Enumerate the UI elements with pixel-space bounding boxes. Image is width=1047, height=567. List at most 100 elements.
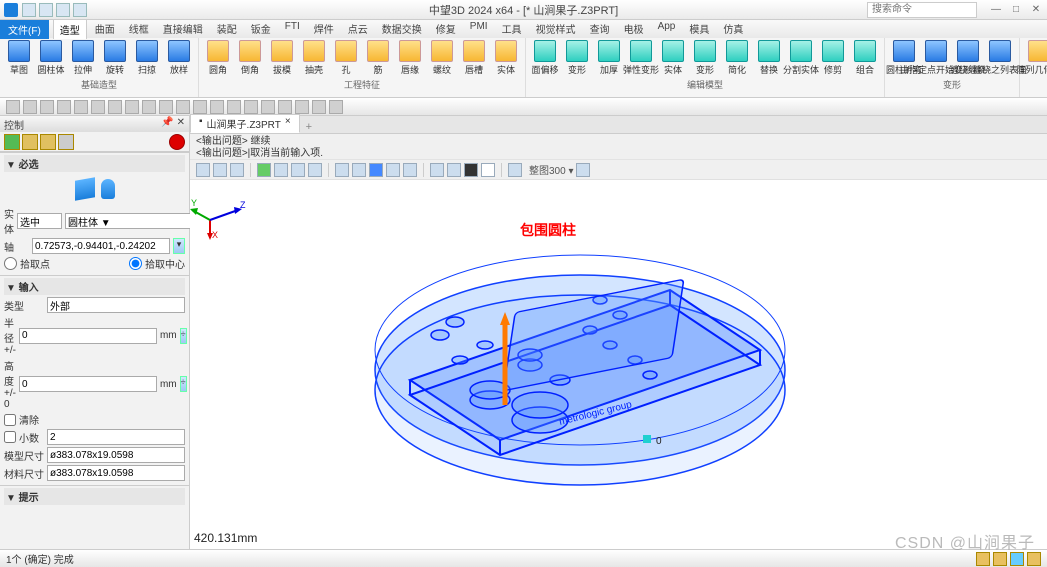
tb2-icon[interactable] bbox=[6, 100, 20, 114]
subdiv-checkbox[interactable] bbox=[4, 431, 16, 443]
ribbon-button[interactable]: 面偏移 bbox=[530, 40, 560, 76]
entity-dropdown[interactable] bbox=[17, 213, 62, 229]
vt-icon[interactable] bbox=[447, 163, 461, 177]
tb2-icon[interactable] bbox=[142, 100, 156, 114]
ribbon-button[interactable]: 草图 bbox=[4, 40, 34, 76]
clear-checkbox[interactable] bbox=[4, 414, 16, 426]
3d-viewport[interactable]: 包围圆柱 bbox=[190, 180, 1047, 549]
height-input[interactable] bbox=[19, 376, 157, 392]
ribbon-tab[interactable]: 曲面 bbox=[89, 19, 121, 39]
status-icon[interactable] bbox=[976, 552, 990, 566]
tb2-icon[interactable] bbox=[295, 100, 309, 114]
vt-icon[interactable] bbox=[335, 163, 349, 177]
cylinder-icon[interactable] bbox=[101, 179, 115, 199]
minimize-button[interactable]: — bbox=[989, 4, 1003, 16]
document-tab[interactable]: ▪ 山涧果子.Z3PRT × bbox=[190, 114, 300, 133]
vt-icon[interactable] bbox=[481, 163, 495, 177]
radius-spinner[interactable]: ÷ bbox=[180, 328, 187, 344]
radius-input[interactable] bbox=[19, 328, 157, 344]
ribbon-tab[interactable]: 点云 bbox=[342, 19, 374, 39]
ribbon-button[interactable]: 变形 bbox=[690, 40, 720, 76]
ribbon-button[interactable]: 旋转 bbox=[100, 40, 130, 76]
ribbon-tab[interactable]: 直接编辑 bbox=[157, 19, 209, 39]
vt-icon[interactable] bbox=[576, 163, 590, 177]
pickcenter-radio[interactable] bbox=[129, 257, 142, 270]
vt-icon[interactable] bbox=[274, 163, 288, 177]
vt-icon[interactable] bbox=[308, 163, 322, 177]
ribbon-tab[interactable]: 电极 bbox=[618, 19, 650, 39]
ribbon-button[interactable]: 替换 bbox=[754, 40, 784, 76]
command-search-input[interactable] bbox=[867, 2, 977, 18]
status-icon[interactable] bbox=[993, 552, 1007, 566]
ribbon-tab[interactable]: FTI bbox=[279, 19, 306, 39]
tb2-icon[interactable] bbox=[176, 100, 190, 114]
tb2-icon[interactable] bbox=[108, 100, 122, 114]
vt-icon[interactable] bbox=[291, 163, 305, 177]
ribbon-button[interactable]: 放样 bbox=[164, 40, 194, 76]
ribbon-button[interactable]: 简化 bbox=[722, 40, 752, 76]
warning-icon[interactable] bbox=[169, 134, 185, 150]
ribbon-tab[interactable]: 视觉样式 bbox=[530, 19, 582, 39]
ok-icon[interactable] bbox=[4, 134, 20, 150]
apply-icon[interactable] bbox=[40, 134, 56, 150]
ribbon-button[interactable]: 拔模 bbox=[267, 40, 297, 76]
ribbon-button[interactable]: 组合 bbox=[850, 40, 880, 76]
ribbon-button[interactable]: 拉伸 bbox=[68, 40, 98, 76]
vt-icon[interactable] bbox=[369, 163, 383, 177]
ribbon-button[interactable]: 变形 bbox=[562, 40, 592, 76]
tb2-icon[interactable] bbox=[193, 100, 207, 114]
qat-more-icon[interactable] bbox=[73, 3, 87, 17]
ribbon-tab[interactable]: 线框 bbox=[123, 19, 155, 39]
height-spinner[interactable]: ÷ bbox=[180, 376, 187, 392]
axis-value-input[interactable] bbox=[32, 238, 170, 254]
vt-icon[interactable] bbox=[352, 163, 366, 177]
tb2-icon[interactable] bbox=[159, 100, 173, 114]
ribbon-tab[interactable]: 造型 bbox=[53, 19, 87, 39]
tip-section-header[interactable]: ▼ 提示 bbox=[4, 488, 185, 505]
ribbon-button[interactable]: 筋 bbox=[363, 40, 393, 76]
ribbon-tab[interactable]: 仿真 bbox=[717, 19, 749, 39]
ribbon-tab[interactable]: PMI bbox=[464, 19, 494, 39]
close-button[interactable]: ✕ bbox=[1029, 4, 1043, 16]
vt-icon[interactable] bbox=[257, 163, 271, 177]
qat-undo-icon[interactable] bbox=[39, 3, 53, 17]
ribbon-button[interactable]: 孔 bbox=[331, 40, 361, 76]
file-menu-button[interactable]: 文件(F) bbox=[0, 20, 49, 39]
ribbon-tab[interactable]: 钣金 bbox=[245, 19, 277, 39]
tb2-icon[interactable] bbox=[91, 100, 105, 114]
ribbon-tab[interactable]: 数据交换 bbox=[376, 19, 428, 39]
tb2-icon[interactable] bbox=[57, 100, 71, 114]
vt-icon[interactable] bbox=[508, 163, 522, 177]
doc-tab-add-button[interactable]: + bbox=[300, 121, 318, 133]
tb2-icon[interactable] bbox=[40, 100, 54, 114]
scale-dropdown[interactable]: 整图300 ▾ bbox=[529, 162, 573, 177]
tb2-icon[interactable] bbox=[329, 100, 343, 114]
vt-icon[interactable] bbox=[230, 163, 244, 177]
cube-icon[interactable] bbox=[75, 177, 95, 201]
ribbon-button[interactable]: 加厚 bbox=[594, 40, 624, 76]
axis-pick-button[interactable]: ▾ bbox=[173, 238, 185, 254]
ribbon-button[interactable]: 扫掠 bbox=[132, 40, 162, 76]
tb2-icon[interactable] bbox=[244, 100, 258, 114]
type-select[interactable] bbox=[47, 297, 185, 313]
input-section-header[interactable]: ▼ 输入 bbox=[4, 278, 185, 295]
ribbon-button[interactable]: 抽壳 bbox=[299, 40, 329, 76]
ribbon-button[interactable]: 分割实体 bbox=[786, 40, 816, 76]
ribbon-button[interactable]: 实体 bbox=[658, 40, 688, 76]
ribbon-button[interactable]: 弹性变形 bbox=[626, 40, 656, 76]
ribbon-button[interactable]: 螺纹 bbox=[427, 40, 457, 76]
reset-icon[interactable] bbox=[58, 134, 74, 150]
ribbon-button[interactable]: 由指定点开始变形 bbox=[921, 40, 951, 76]
tb2-icon[interactable] bbox=[227, 100, 241, 114]
ribbon-button[interactable]: 修剪 bbox=[818, 40, 848, 76]
vt-icon[interactable] bbox=[196, 163, 210, 177]
ribbon-tab[interactable]: 修复 bbox=[430, 19, 462, 39]
vt-icon[interactable] bbox=[386, 163, 400, 177]
panel-pin-icon[interactable]: 📌 ✕ bbox=[161, 117, 185, 131]
required-section-header[interactable]: ▼ 必选 bbox=[4, 155, 185, 172]
ribbon-button[interactable]: 实体 bbox=[491, 40, 521, 76]
tb2-icon[interactable] bbox=[278, 100, 292, 114]
ribbon-button[interactable]: 倒角 bbox=[235, 40, 265, 76]
ribbon-tab[interactable]: 查询 bbox=[584, 19, 616, 39]
ribbon-tab[interactable]: 模具 bbox=[683, 19, 715, 39]
